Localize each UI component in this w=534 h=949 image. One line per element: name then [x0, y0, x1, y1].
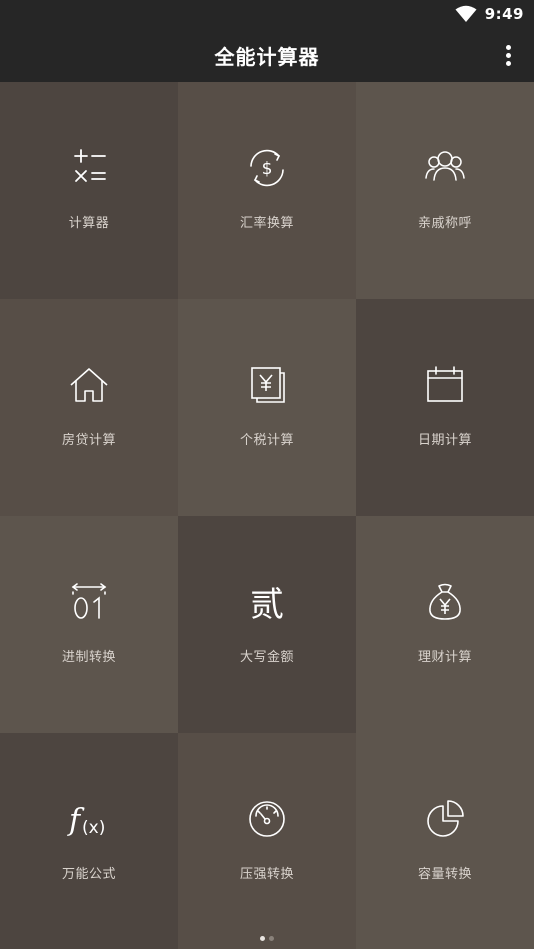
svg-text:贰: 贰 [250, 585, 284, 624]
tile-exchange-rate[interactable]: $ 汇率换算 [178, 82, 356, 299]
tile-relatives[interactable]: 亲戚称呼 [356, 82, 534, 299]
tile-label: 亲戚称呼 [417, 216, 472, 231]
tile-capacity[interactable]: 容量转换 [356, 733, 534, 949]
tile-date[interactable]: 日期计算 [356, 299, 534, 516]
yuan-document-icon [245, 363, 289, 407]
tile-label: 日期计算 [417, 433, 472, 448]
tile-pressure[interactable]: 压强转换 [178, 733, 356, 949]
status-time: 9:49 [484, 5, 524, 23]
page-indicator [0, 934, 534, 942]
page-title: 全能计算器 [214, 44, 320, 69]
tile-label: 压强转换 [239, 866, 294, 882]
app-bar: 全能计算器 [0, 28, 534, 82]
money-bag-icon [423, 580, 467, 624]
overflow-menu-button[interactable] [492, 38, 524, 72]
wifi-icon [455, 5, 477, 22]
menu-dot-icon [505, 60, 511, 66]
people-icon [423, 146, 467, 190]
tile-base-conversion[interactable]: 进制转换 [0, 516, 178, 733]
tile-mortgage[interactable]: 房贷计算 [0, 299, 178, 516]
capital-numeral-icon: 贰 [245, 580, 289, 624]
page-dot-active[interactable] [260, 935, 265, 941]
tile-calculator[interactable]: 计算器 [0, 82, 178, 299]
tile-label: 个税计算 [239, 433, 294, 448]
tool-grid: 计算器 $ 汇率换算 亲戚称呼 房贷计算 个税计算 日期计算 进制转换 贰 大写… [0, 82, 534, 949]
function-icon: f (x) [67, 797, 111, 841]
tile-label: 房贷计算 [61, 433, 116, 448]
tile-capital-amount[interactable]: 贰 大写金额 [178, 516, 356, 733]
tile-label: 进制转换 [61, 650, 116, 665]
calculator-icon [67, 146, 111, 190]
calendar-icon [423, 363, 467, 407]
currency-exchange-icon: $ [245, 146, 289, 190]
tile-income-tax[interactable]: 个税计算 [178, 299, 356, 516]
svg-text:(x): (x) [82, 818, 105, 838]
tile-label: 大写金额 [239, 650, 294, 665]
tile-formula[interactable]: f (x) 万能公式 [0, 733, 178, 949]
status-bar: 9:49 [0, 0, 534, 28]
page-dot[interactable] [269, 935, 274, 941]
tile-label: 容量转换 [417, 866, 472, 882]
tile-label: 理财计算 [417, 650, 472, 665]
menu-dot-icon [505, 52, 511, 58]
binary-arrows-icon [67, 580, 111, 624]
tile-label: 汇率换算 [239, 216, 294, 231]
menu-dot-icon [505, 44, 511, 50]
tile-label: 计算器 [68, 216, 110, 231]
tile-label: 万能公式 [61, 866, 116, 882]
svg-text:$: $ [262, 159, 273, 179]
tile-financial[interactable]: 理财计算 [356, 516, 534, 733]
pie-chart-icon [423, 797, 467, 841]
house-icon [67, 363, 111, 407]
gauge-icon [245, 797, 289, 841]
